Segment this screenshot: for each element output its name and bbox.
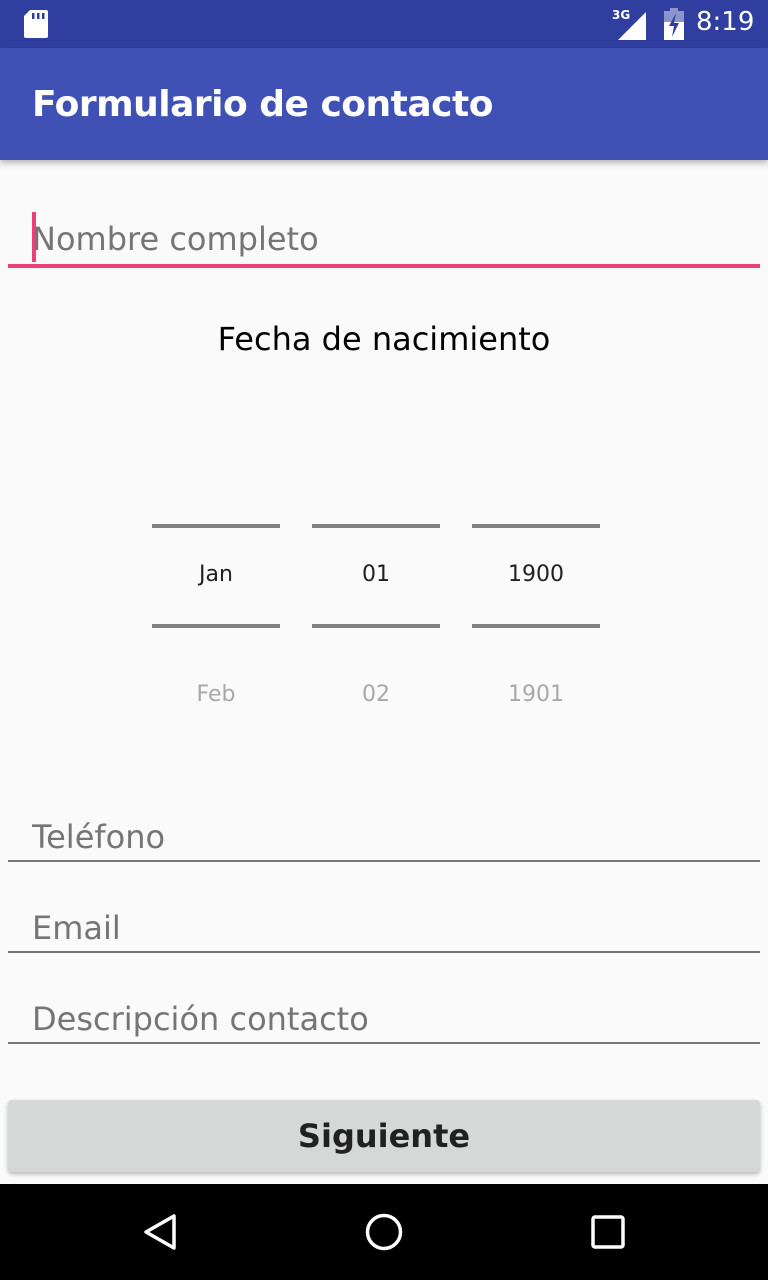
picker-divider [152,524,280,528]
nav-bar [0,1184,768,1280]
status-time: 8:19 [696,7,755,37]
dob-label: Fecha de nacimiento [217,320,551,358]
signal-icon [618,12,646,40]
email-field [8,903,760,955]
day-next[interactable]: 02 [312,682,440,707]
year-picker[interactable]: 1900 1901 [472,520,600,720]
name-underline [8,264,760,268]
picker-divider [312,524,440,528]
month-next[interactable]: Feb [152,682,280,707]
year-selected[interactable]: 1900 [472,562,600,587]
day-selected[interactable]: 01 [312,562,440,587]
year-next[interactable]: 1901 [472,682,600,707]
status-bar: 3G 8:19 [0,0,768,48]
screen: 3G 8:19 Formulario de contacto Fecha de … [0,0,768,1280]
email-underline [8,951,760,953]
picker-divider [312,624,440,628]
back-icon[interactable] [140,1212,180,1252]
picker-divider [152,624,280,628]
description-field [8,994,760,1046]
phone-input[interactable] [32,812,732,862]
month-selected[interactable]: Jan [152,562,280,587]
month-picker[interactable]: Jan Feb [152,520,280,720]
app-bar: Formulario de contacto [0,48,768,160]
description-input[interactable] [32,994,732,1044]
page-title: Formulario de contacto [32,84,493,125]
next-button[interactable]: Siguiente [8,1100,760,1172]
sd-card-icon [24,10,48,38]
picker-divider [472,524,600,528]
picker-divider [472,624,600,628]
home-icon[interactable] [364,1212,404,1252]
recent-apps-icon[interactable] [588,1212,628,1252]
day-picker[interactable]: 01 02 [312,520,440,720]
description-underline [8,1042,760,1044]
phone-underline [8,860,760,862]
name-input[interactable] [32,214,732,264]
battery-icon [664,8,684,40]
name-field [8,212,760,274]
email-input[interactable] [32,903,732,953]
phone-field [8,812,760,864]
